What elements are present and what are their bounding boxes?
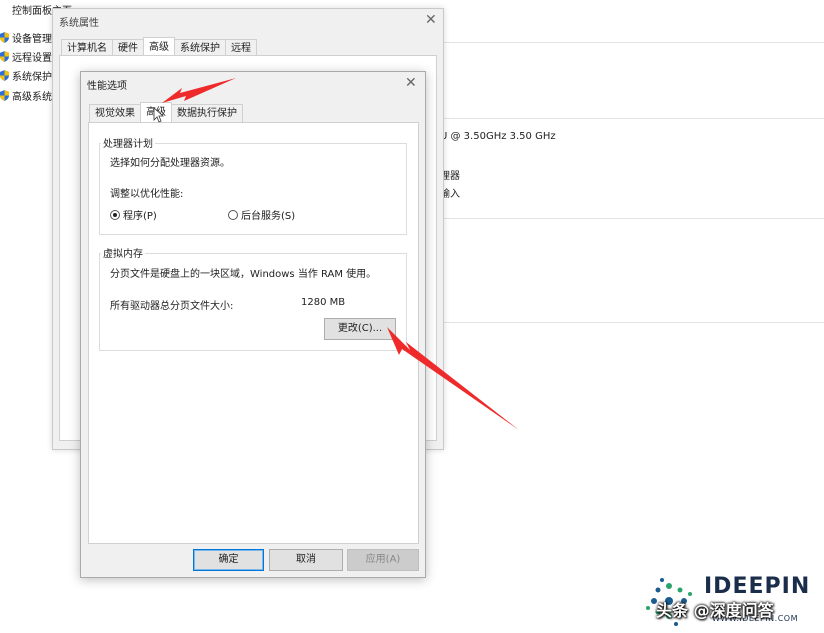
divider (442, 42, 824, 43)
virtual-memory-description: 分页文件是硬盘上的一块区域，Windows 当作 RAM 使用。 (110, 269, 377, 280)
remote-settings-link[interactable]: 远程设置 (0, 47, 52, 65)
divider (442, 218, 824, 219)
performance-options-dialog: 性能选项 ✕ 视觉效果 高级 数据执行保护 处理器计划 选择如何分配处理器资源。… (80, 71, 426, 578)
cpu-info-text: U @ 3.50GHz 3.50 GHz (440, 131, 556, 142)
apply-button[interactable]: 应用(A) (347, 549, 419, 571)
divider (442, 118, 824, 119)
cancel-button[interactable]: 取消 (269, 549, 343, 571)
adjust-performance-label: 调整以优化性能: (110, 189, 184, 200)
shield-icon (0, 89, 9, 101)
toutiao-watermark: 头条 @深度问答 (656, 601, 774, 620)
tab-visual-effects[interactable]: 视觉效果 (89, 104, 141, 123)
close-icon[interactable]: ✕ (425, 13, 437, 27)
divider (442, 322, 824, 323)
advanced-tab-panel: 处理器计划 选择如何分配处理器资源。 调整以优化性能: 程序(P) 后台服务(S… (88, 122, 419, 544)
radio-selected-icon (110, 209, 120, 220)
system-protection-link[interactable]: 系统保护 (0, 66, 52, 84)
ok-button[interactable]: 确定 (193, 549, 264, 571)
shield-icon (0, 50, 9, 62)
change-virtual-memory-button[interactable]: 更改(C)... (324, 318, 396, 340)
total-paging-file-value: 1280 MB (301, 297, 346, 308)
system-protection-label: 系统保护 (12, 71, 52, 83)
radio-unselected-icon (228, 209, 238, 220)
ideepin-brand: IDEEPIN (704, 574, 811, 599)
tab-data-execution-prevention[interactable]: 数据执行保护 (171, 104, 243, 123)
programs-radio-label: 程序(P) (123, 211, 157, 222)
programs-radio[interactable]: 程序(P) (110, 207, 157, 222)
system-properties-title: 系统属性 (59, 18, 99, 29)
close-icon[interactable]: ✕ (405, 76, 417, 90)
shield-icon (0, 31, 9, 43)
total-paging-file-label: 所有驱动器总分页文件大小: (110, 301, 234, 312)
processor-scheduling-legend: 处理器计划 (101, 135, 155, 150)
dialog-title: 性能选项 (87, 81, 127, 92)
performance-options-tabs: 视觉效果 高级 数据执行保护 (89, 102, 243, 123)
shield-icon (0, 69, 9, 81)
virtual-memory-legend: 虚拟内存 (101, 245, 145, 260)
background-services-radio[interactable]: 后台服务(S) (228, 207, 295, 222)
mouse-cursor-icon (153, 107, 165, 123)
remote-settings-label: 远程设置 (12, 52, 52, 64)
processor-description: 选择如何分配处理器资源。 (110, 158, 230, 169)
background-services-radio-label: 后台服务(S) (241, 211, 296, 222)
